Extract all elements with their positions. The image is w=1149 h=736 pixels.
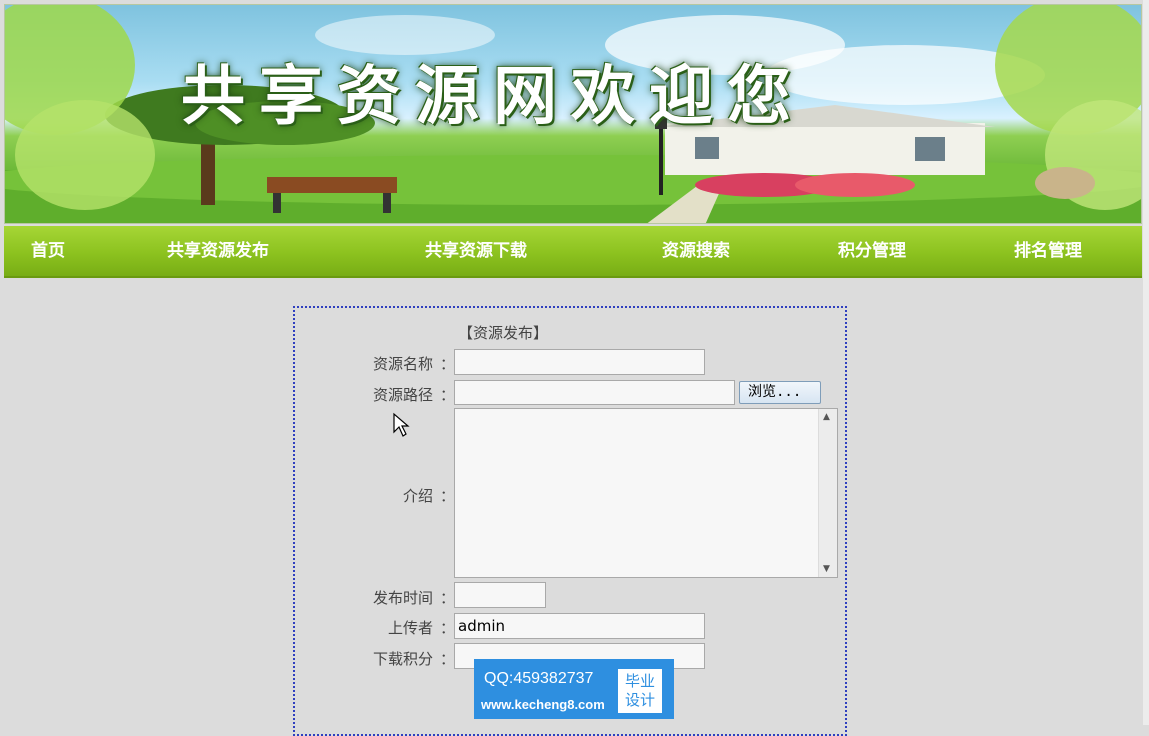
nav-item-download[interactable]: 共享资源下载 xyxy=(425,226,527,276)
colon: ： xyxy=(440,589,456,607)
intro-scrollbar[interactable]: ▲ ▼ xyxy=(818,409,837,577)
intro-textarea[interactable]: ▲ ▼ xyxy=(454,408,838,578)
uploader-input[interactable]: admin xyxy=(454,613,705,639)
colon: ： xyxy=(440,487,456,505)
main-nav: 首页 共享资源发布 共享资源下载 资源搜索 积分管理 排名管理 xyxy=(4,226,1142,278)
header-banner: 共享资源网欢迎您 xyxy=(4,4,1142,224)
resource-name-label: 资源名称 xyxy=(372,355,433,373)
watermark-badge-line2: 设计 xyxy=(624,691,655,709)
colon: ： xyxy=(440,386,456,404)
colon: ： xyxy=(440,650,456,668)
watermark-badge-line1: 毕业 xyxy=(624,672,655,690)
watermark-url: www.kecheng8.com xyxy=(481,697,605,712)
nav-item-points[interactable]: 积分管理 xyxy=(838,226,906,276)
watermark-banner: QQ:459382737 www.kecheng8.com 毕业 设计 xyxy=(474,659,674,719)
publish-time-label: 发布时间 xyxy=(372,589,433,607)
window-right-edge xyxy=(1143,0,1149,725)
nav-item-ranking[interactable]: 排名管理 xyxy=(1014,226,1082,276)
publish-time-input[interactable] xyxy=(454,582,546,608)
watermark-badge: 毕业 设计 xyxy=(618,669,662,713)
watermark-qq: QQ:459382737 xyxy=(484,670,594,687)
nav-item-publish[interactable]: 共享资源发布 xyxy=(167,226,269,276)
browse-button[interactable]: 浏览... xyxy=(739,381,821,404)
intro-label: 介绍 xyxy=(402,487,433,505)
colon: ： xyxy=(440,619,456,637)
form-title: 【资源发布】 xyxy=(458,324,549,342)
scroll-down-arrow-icon[interactable]: ▼ xyxy=(823,564,830,574)
scroll-up-arrow-icon[interactable]: ▲ xyxy=(823,412,830,422)
resource-path-input[interactable] xyxy=(454,380,735,405)
resource-name-input[interactable] xyxy=(454,349,705,375)
banner-title: 共享资源网欢迎您 xyxy=(181,59,805,134)
resource-path-label: 资源路径 xyxy=(372,386,433,404)
nav-item-home[interactable]: 首页 xyxy=(31,226,65,276)
nav-item-search[interactable]: 资源搜索 xyxy=(662,226,730,276)
download-points-label: 下载积分 xyxy=(372,650,433,668)
colon: ： xyxy=(440,355,456,373)
uploader-label: 上传者 xyxy=(387,619,433,637)
mouse-cursor-icon xyxy=(393,412,410,437)
